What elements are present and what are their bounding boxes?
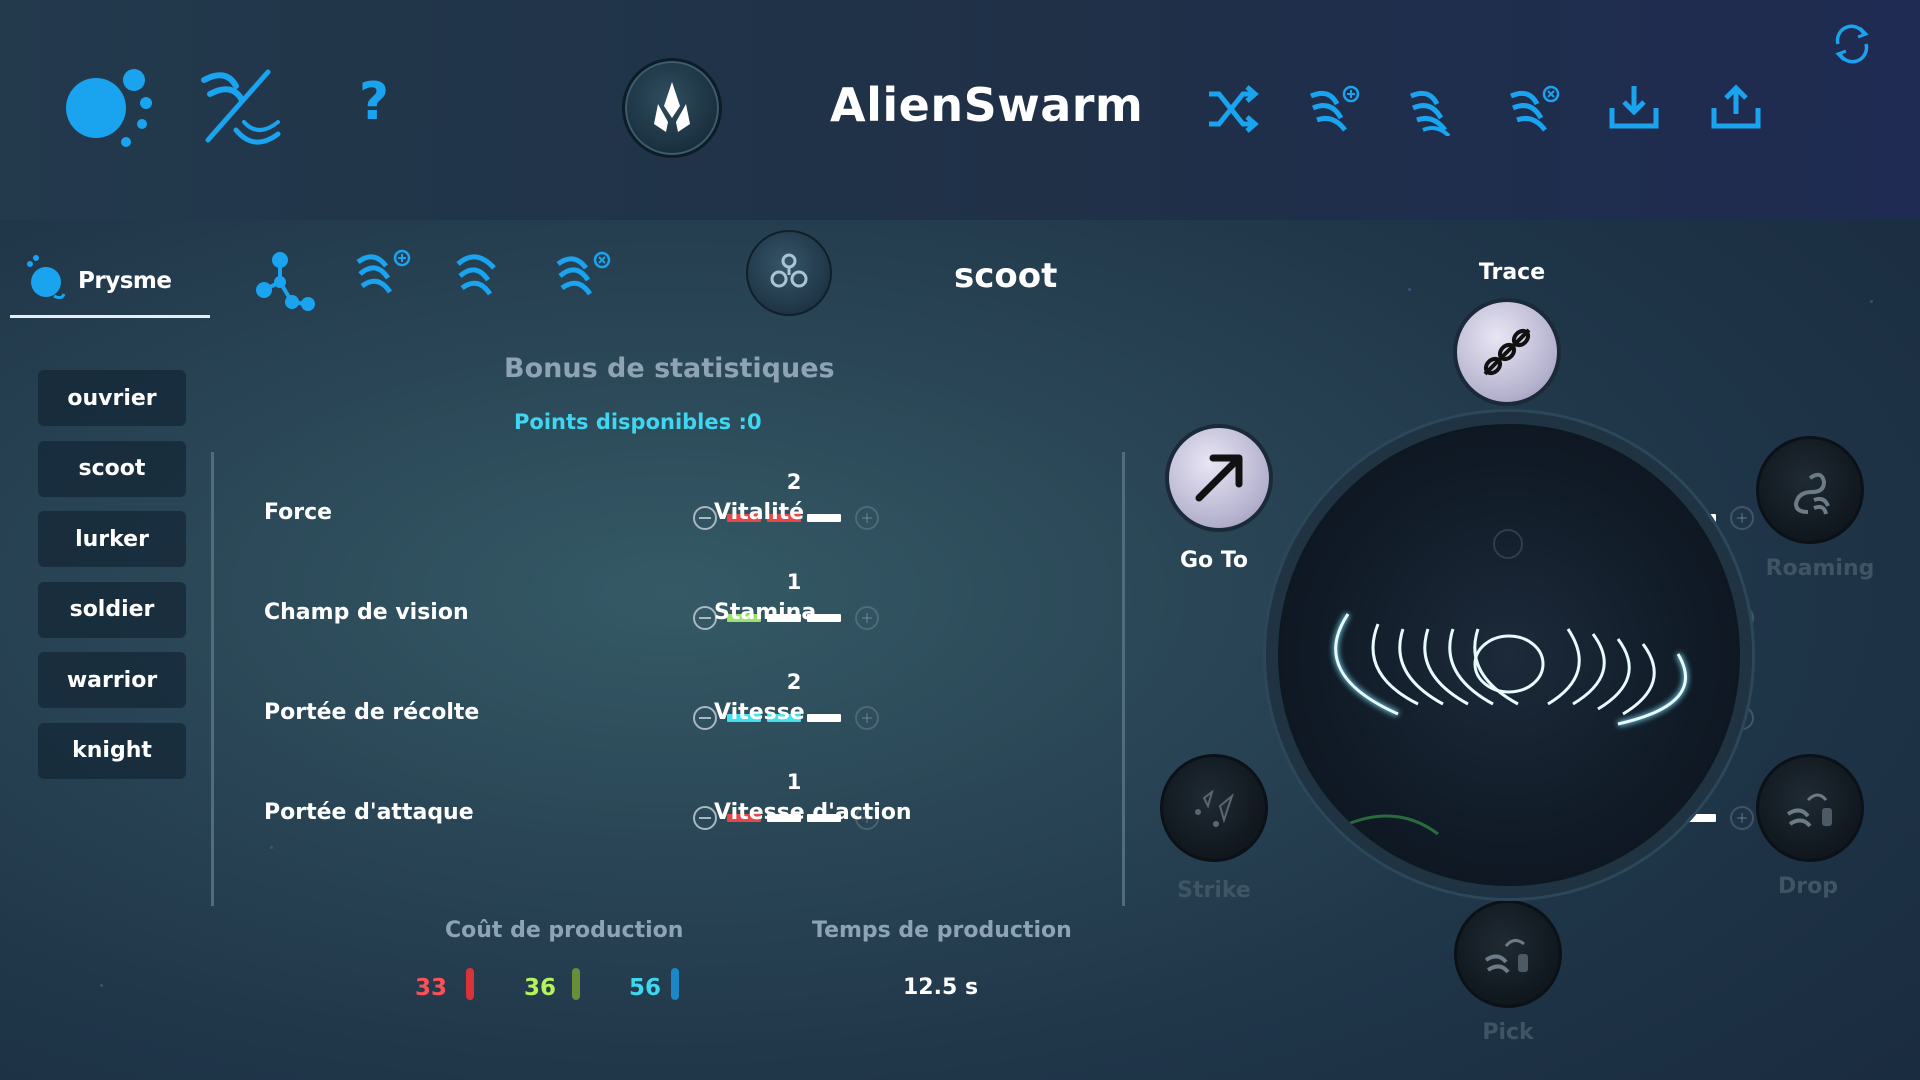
- unit-title: scoot: [954, 256, 1058, 296]
- production-time-title: Temps de production: [812, 918, 1072, 943]
- cost-blue-value: 56: [629, 975, 662, 1001]
- background-sparkle: [1870, 300, 1873, 303]
- help-icon[interactable]: ?: [352, 72, 396, 132]
- species-icon[interactable]: [62, 58, 162, 154]
- stats-title: Bonus de statistiques: [504, 353, 835, 384]
- arrow-icon: [1195, 454, 1243, 502]
- stat-name: Vitesse: [714, 700, 805, 725]
- points-label: Points disponibles :: [514, 410, 747, 434]
- help-label: ?: [358, 72, 390, 132]
- swarm-creature-image: [1333, 529, 1688, 836]
- goto-button[interactable]: [1165, 424, 1273, 532]
- stat-vitalit: Vitalité1: [714, 470, 1754, 560]
- trace-button[interactable]: [1453, 298, 1561, 406]
- points-available: Points disponibles : 0: [514, 410, 762, 434]
- pick-label: Pick: [1482, 1020, 1534, 1045]
- stat-name: Portée d'attaque: [264, 800, 474, 825]
- background-sparkle: [270, 846, 273, 849]
- stat-vitesse: Vitesse1: [714, 670, 1754, 760]
- remove-swarm-icon[interactable]: [1505, 82, 1563, 136]
- unit-item-lurker[interactable]: lurker: [38, 511, 186, 567]
- refresh-icon[interactable]: [1830, 22, 1874, 66]
- unit-preview: [1266, 412, 1752, 898]
- swarm-icon[interactable]: [1405, 82, 1463, 136]
- species-small-icon: [27, 255, 66, 300]
- roaming-label: Roaming: [1765, 556, 1875, 581]
- drop-icon: [1786, 793, 1832, 828]
- drop-label: Drop: [1778, 874, 1838, 899]
- pick-button[interactable]: [1454, 900, 1562, 1008]
- upload-icon[interactable]: [1710, 84, 1762, 130]
- flame-icon: [654, 82, 690, 132]
- stat-port-e-de-r-colte: Portée de récolte 2: [264, 670, 879, 760]
- unit-item-ouvrier[interactable]: ouvrier: [38, 370, 186, 426]
- species-tab[interactable]: Prysme: [10, 248, 210, 318]
- unit-list: ouvrier scoot lurker soldier warrior kni…: [38, 370, 186, 793]
- stat-increase-button[interactable]: [1730, 806, 1754, 830]
- strike-icon: [1195, 789, 1235, 827]
- add-unit-icon[interactable]: [354, 248, 414, 298]
- faction-emblem: [622, 58, 722, 158]
- left-divider: [211, 452, 214, 906]
- app-title: AlienSwarm: [830, 78, 1144, 132]
- stat-force: Force 2: [264, 470, 879, 560]
- strike-label: Strike: [1177, 878, 1251, 903]
- remove-unit-icon[interactable]: [554, 250, 614, 300]
- production-cost-title: Coût de production: [445, 918, 684, 943]
- pick-icon: [1484, 939, 1528, 974]
- roaming-icon: [1793, 472, 1830, 515]
- unit-item-knight[interactable]: knight: [38, 722, 186, 779]
- drop-button[interactable]: [1756, 754, 1864, 862]
- trace-label: Trace: [1478, 260, 1546, 285]
- red-resource-icon: [466, 968, 474, 1000]
- network-icon[interactable]: [252, 248, 318, 312]
- cost-green-value: 36: [524, 975, 557, 1001]
- stat-name: Champ de vision: [264, 600, 469, 625]
- green-resource-icon: [572, 968, 580, 1000]
- stat-name: Vitesse d'action: [714, 800, 912, 825]
- stat-name: Portée de récolte: [264, 700, 480, 725]
- unit-item-scoot[interactable]: scoot: [38, 440, 186, 497]
- shuffle-icon[interactable]: [1205, 84, 1259, 134]
- production-time-value: 12.5 s: [903, 975, 979, 1000]
- add-swarm-icon[interactable]: [1305, 82, 1363, 136]
- stat-vitesse-d-action: Vitesse d'action1: [714, 770, 1754, 860]
- strike-button[interactable]: [1160, 754, 1268, 862]
- roaming-button[interactable]: [1756, 436, 1864, 544]
- download-icon[interactable]: [1608, 84, 1660, 130]
- swarm-edit-icon[interactable]: [196, 60, 286, 152]
- stat-name: Stamina: [714, 600, 817, 625]
- unit-icon[interactable]: [454, 250, 514, 300]
- stat-stamina: Stamina1: [714, 570, 1754, 660]
- unit-item-warrior[interactable]: warrior: [38, 652, 186, 708]
- unit-badge: [746, 230, 832, 316]
- stat-increase-button[interactable]: [1730, 506, 1754, 530]
- blue-resource-icon: [671, 968, 679, 1000]
- stat-name: Force: [264, 500, 333, 525]
- stat-champ-de-vision: Champ de vision 1: [264, 570, 879, 660]
- background-sparkle: [100, 984, 103, 987]
- chain-icon: [1483, 328, 1531, 376]
- stat-name: Vitalité: [714, 500, 805, 525]
- unit-item-soldier[interactable]: soldier: [38, 581, 186, 638]
- species-tab-label: Prysme: [78, 268, 172, 294]
- cost-red-value: 33: [415, 975, 448, 1001]
- unit-class-icon: [770, 253, 808, 288]
- stat-port-e-d-attaque: Portée d'attaque 1: [264, 770, 879, 860]
- goto-label: Go To: [1179, 548, 1249, 573]
- points-value: 0: [747, 410, 762, 434]
- background-sparkle: [1408, 288, 1411, 291]
